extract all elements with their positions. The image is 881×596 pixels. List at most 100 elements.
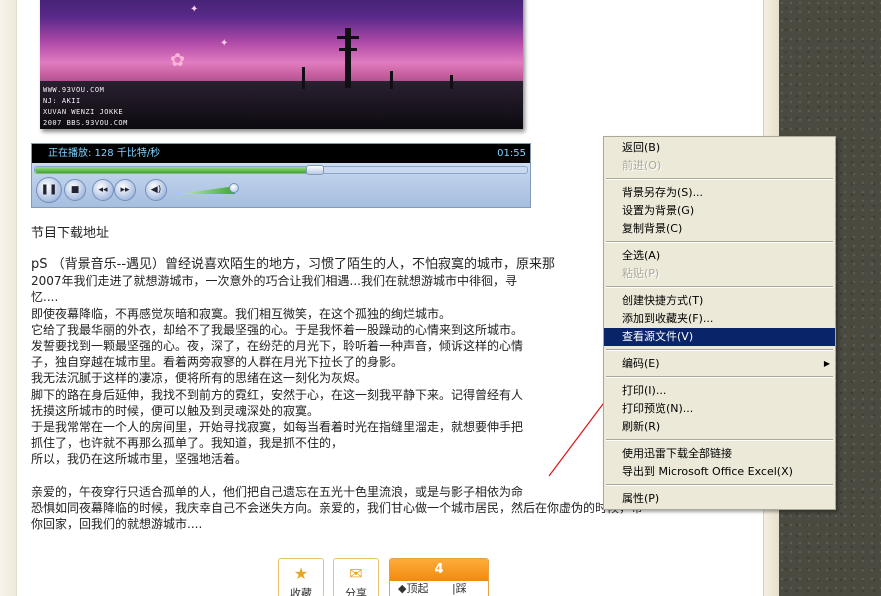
menu-item-label: 全选(A) — [622, 249, 661, 262]
menu-item-label: 刷新(R) — [622, 420, 661, 433]
menu-separator — [604, 238, 835, 247]
sparkle-icon: ✦ — [220, 38, 229, 49]
menu-item-label: 编码(E) — [622, 357, 660, 370]
next-button[interactable]: ▸▸ — [114, 179, 136, 201]
article-line: 发誓要找到一颗最坚强的心。夜，深了，在纷茫的月光下，聆听着一种声音，倾诉这样的心… — [31, 339, 524, 354]
vote-up-button[interactable]: ◆顶起 — [398, 582, 438, 595]
vote-count: 4 — [390, 559, 488, 581]
vote-box: 4 ◆顶起 |踩底 — [389, 558, 489, 596]
article-line: 你回家，回我们的就想游城市.... — [31, 517, 203, 532]
menu-item[interactable]: 返回(B) — [604, 139, 835, 157]
photo-tower — [337, 28, 359, 88]
seek-progress — [35, 167, 312, 173]
photo-credit-line: 2007 BBS.93VOU.COM — [43, 119, 128, 127]
menu-item: 粘贴(P) — [604, 265, 835, 283]
photo-credits: WWW.93VOU.COM NJ: AKII XUVAN WENZI JOKKE… — [43, 85, 128, 129]
volume-slider[interactable] — [180, 183, 240, 194]
volume-handle[interactable] — [229, 183, 240, 193]
menu-item-label: 返回(B) — [622, 141, 661, 154]
menu-item-label: 打印预览(N)... — [622, 402, 694, 415]
menu-item[interactable]: 背景另存为(S)... — [604, 184, 835, 202]
menu-item[interactable]: 使用迅雷下载全部链接 — [604, 445, 835, 463]
article-text: pS （背景音乐--遇见）曾经说喜欢陌生的地方，习惯了陌生的人，不怕寂寞的城市，… — [31, 257, 644, 532]
article-line: 2007年我们走进了就想游城市，一次意外的巧合让我们相遇...我们在就想游城市中… — [31, 274, 517, 289]
previous-button[interactable]: ◂◂ — [92, 179, 114, 201]
menu-item-label: 创建快捷方式(T) — [622, 294, 704, 307]
favorite-label: 收藏 — [290, 587, 312, 596]
context-menu: 返回(B) 前进(O) 背景另存为(S)... 设置为背景(G) 复制背景(C) 全选(A… — [603, 136, 836, 510]
menu-item[interactable]: 添加到收藏夹(F)... — [604, 310, 835, 328]
stop-button[interactable]: ■ — [64, 179, 86, 201]
menu-item[interactable]: 打印(I)... — [604, 382, 835, 400]
menu-item[interactable]: 全选(A) — [604, 247, 835, 265]
share-button[interactable]: ✉ 分享 — [333, 558, 379, 596]
menu-item[interactable]: 刷新(R) — [604, 418, 835, 436]
menu-item[interactable]: 导出到 Microsoft Office Excel(X) — [604, 463, 835, 481]
menu-item[interactable]: 创建快捷方式(T) — [604, 292, 835, 310]
menu-separator — [604, 283, 835, 292]
article-line: 抓住了，也许就不再那么孤单了。我知道，我是抓不住的， — [31, 436, 344, 451]
player-time: 01:55 — [497, 148, 526, 159]
menu-item-label: 导出到 Microsoft Office Excel(X) — [622, 465, 793, 478]
article-line: 忆.... — [31, 290, 59, 305]
photo-credit-line: NJ: AKII — [43, 97, 81, 105]
menu-item-label: 添加到收藏夹(F)... — [622, 312, 714, 325]
article-line: 即使夜幕降临，不再感觉灰暗和寂寞。我们相互微笑，在这个孤独的绚烂城市。 — [31, 306, 452, 321]
menu-separator — [604, 373, 835, 382]
download-title: 节目下载地址 — [31, 226, 110, 241]
star-icon: ★ — [293, 564, 309, 583]
player-status: 正在播放: 128 千比特/秒 — [32, 144, 530, 163]
submenu-arrow-icon: ▶ — [823, 359, 830, 368]
header-photo: ✦ ✦ ✿ WWW.93VOU.COM NJ: AKII XUVAN WENZI… — [40, 0, 523, 129]
article-line: 它给了我最华丽的外衣，却给不了我最坚强的心。于是我怀着一股躁动的心情来到这所城市… — [31, 322, 524, 337]
menu-item-label: 粘贴(P) — [622, 267, 660, 280]
article-line: 子，独自穿越在城市里。看着两旁寂寥的人群在月光下拉长了的身影。 — [31, 355, 404, 370]
article-line: 脚下的路在身后延伸，我找不到前方的霓红，安然于心，在这一刻我平静下来。记得曾经有… — [31, 387, 524, 402]
photo-credit-line: WWW.93VOU.COM — [43, 86, 105, 94]
menu-item: 前进(O) — [604, 157, 835, 175]
menu-item[interactable]: 查看源文件(V) — [604, 328, 835, 346]
menu-separator — [604, 481, 835, 490]
mute-button[interactable]: ◀) — [145, 179, 167, 201]
flower-icon: ✿ — [170, 50, 186, 71]
article-line: 我无法沉腻于这样的凄凉，便将所有的思绪在这一刻化为灰烬。 — [31, 371, 368, 386]
menu-separator — [604, 436, 835, 445]
photo-credit-line: XUVAN WENZI JOKKE — [43, 108, 124, 116]
photo-pole — [390, 71, 393, 89]
menu-item[interactable]: 设置为背景(G) — [604, 202, 835, 220]
menu-separator — [604, 175, 835, 184]
menu-item-label: 使用迅雷下载全部链接 — [622, 447, 732, 460]
article-line: pS （背景音乐--遇见）曾经说喜欢陌生的地方，习惯了陌生的人，不怕寂寞的城市，… — [31, 257, 556, 272]
photo-pole — [302, 67, 305, 89]
media-player: 正在播放: 128 千比特/秒 01:55 ❚❚ ■ ◂◂ ▸▸ ◀) — [31, 143, 531, 208]
article-line: 抚摸这所城市的时候，便可以触及到灵魂深处的寂寞。 — [31, 403, 320, 418]
menu-item[interactable]: 打印预览(N)... — [604, 400, 835, 418]
menu-item-label: 查看源文件(V) — [622, 330, 694, 343]
envelope-icon: ✉ — [349, 564, 363, 583]
menu-item-label: 前进(O) — [622, 159, 662, 172]
menu-item-label: 属性(P) — [622, 492, 660, 505]
favorite-button[interactable]: ★ 收藏 — [278, 558, 324, 596]
article-line: 于是我常常在一个人的房间里，开始寻找寂寞，如每当看着时光在指缝里溜走，就想要伸手… — [31, 420, 524, 435]
menu-item[interactable]: 编码(E) ▶ — [604, 355, 835, 373]
seek-bar[interactable] — [34, 165, 528, 175]
menu-item-label: 复制背景(C) — [622, 222, 683, 235]
page-left-margin — [0, 0, 17, 596]
pause-button[interactable]: ❚❚ — [36, 177, 62, 203]
sparkle-icon: ✦ — [190, 4, 199, 15]
menu-item[interactable]: 复制背景(C) — [604, 220, 835, 238]
share-label: 分享 — [345, 587, 367, 596]
menu-item[interactable]: 属性(P) — [604, 490, 835, 508]
vote-up-label: 顶起 — [406, 582, 429, 595]
menu-separator — [604, 346, 835, 355]
menu-item-label: 背景另存为(S)... — [622, 186, 704, 199]
menu-item-label: 设置为背景(G) — [622, 204, 695, 217]
article-line: 恐惧如同夜幕降临的时候，我庆幸自己不会迷失方向。亲爱的，我们甘心做一个城市居民，… — [31, 500, 644, 515]
menu-item-label: 打印(I)... — [622, 384, 667, 397]
article-line: 所以，我仍在这所城市里，坚强地活着。 — [31, 452, 248, 467]
volume-level — [180, 186, 236, 194]
photo-pole — [450, 75, 453, 89]
article-line: 亲爱的，午夜穿行只适合孤单的人，他们把自己遗忘在五光十色里流浪，或是与影子相依为… — [31, 484, 524, 499]
seek-handle[interactable] — [305, 165, 324, 175]
